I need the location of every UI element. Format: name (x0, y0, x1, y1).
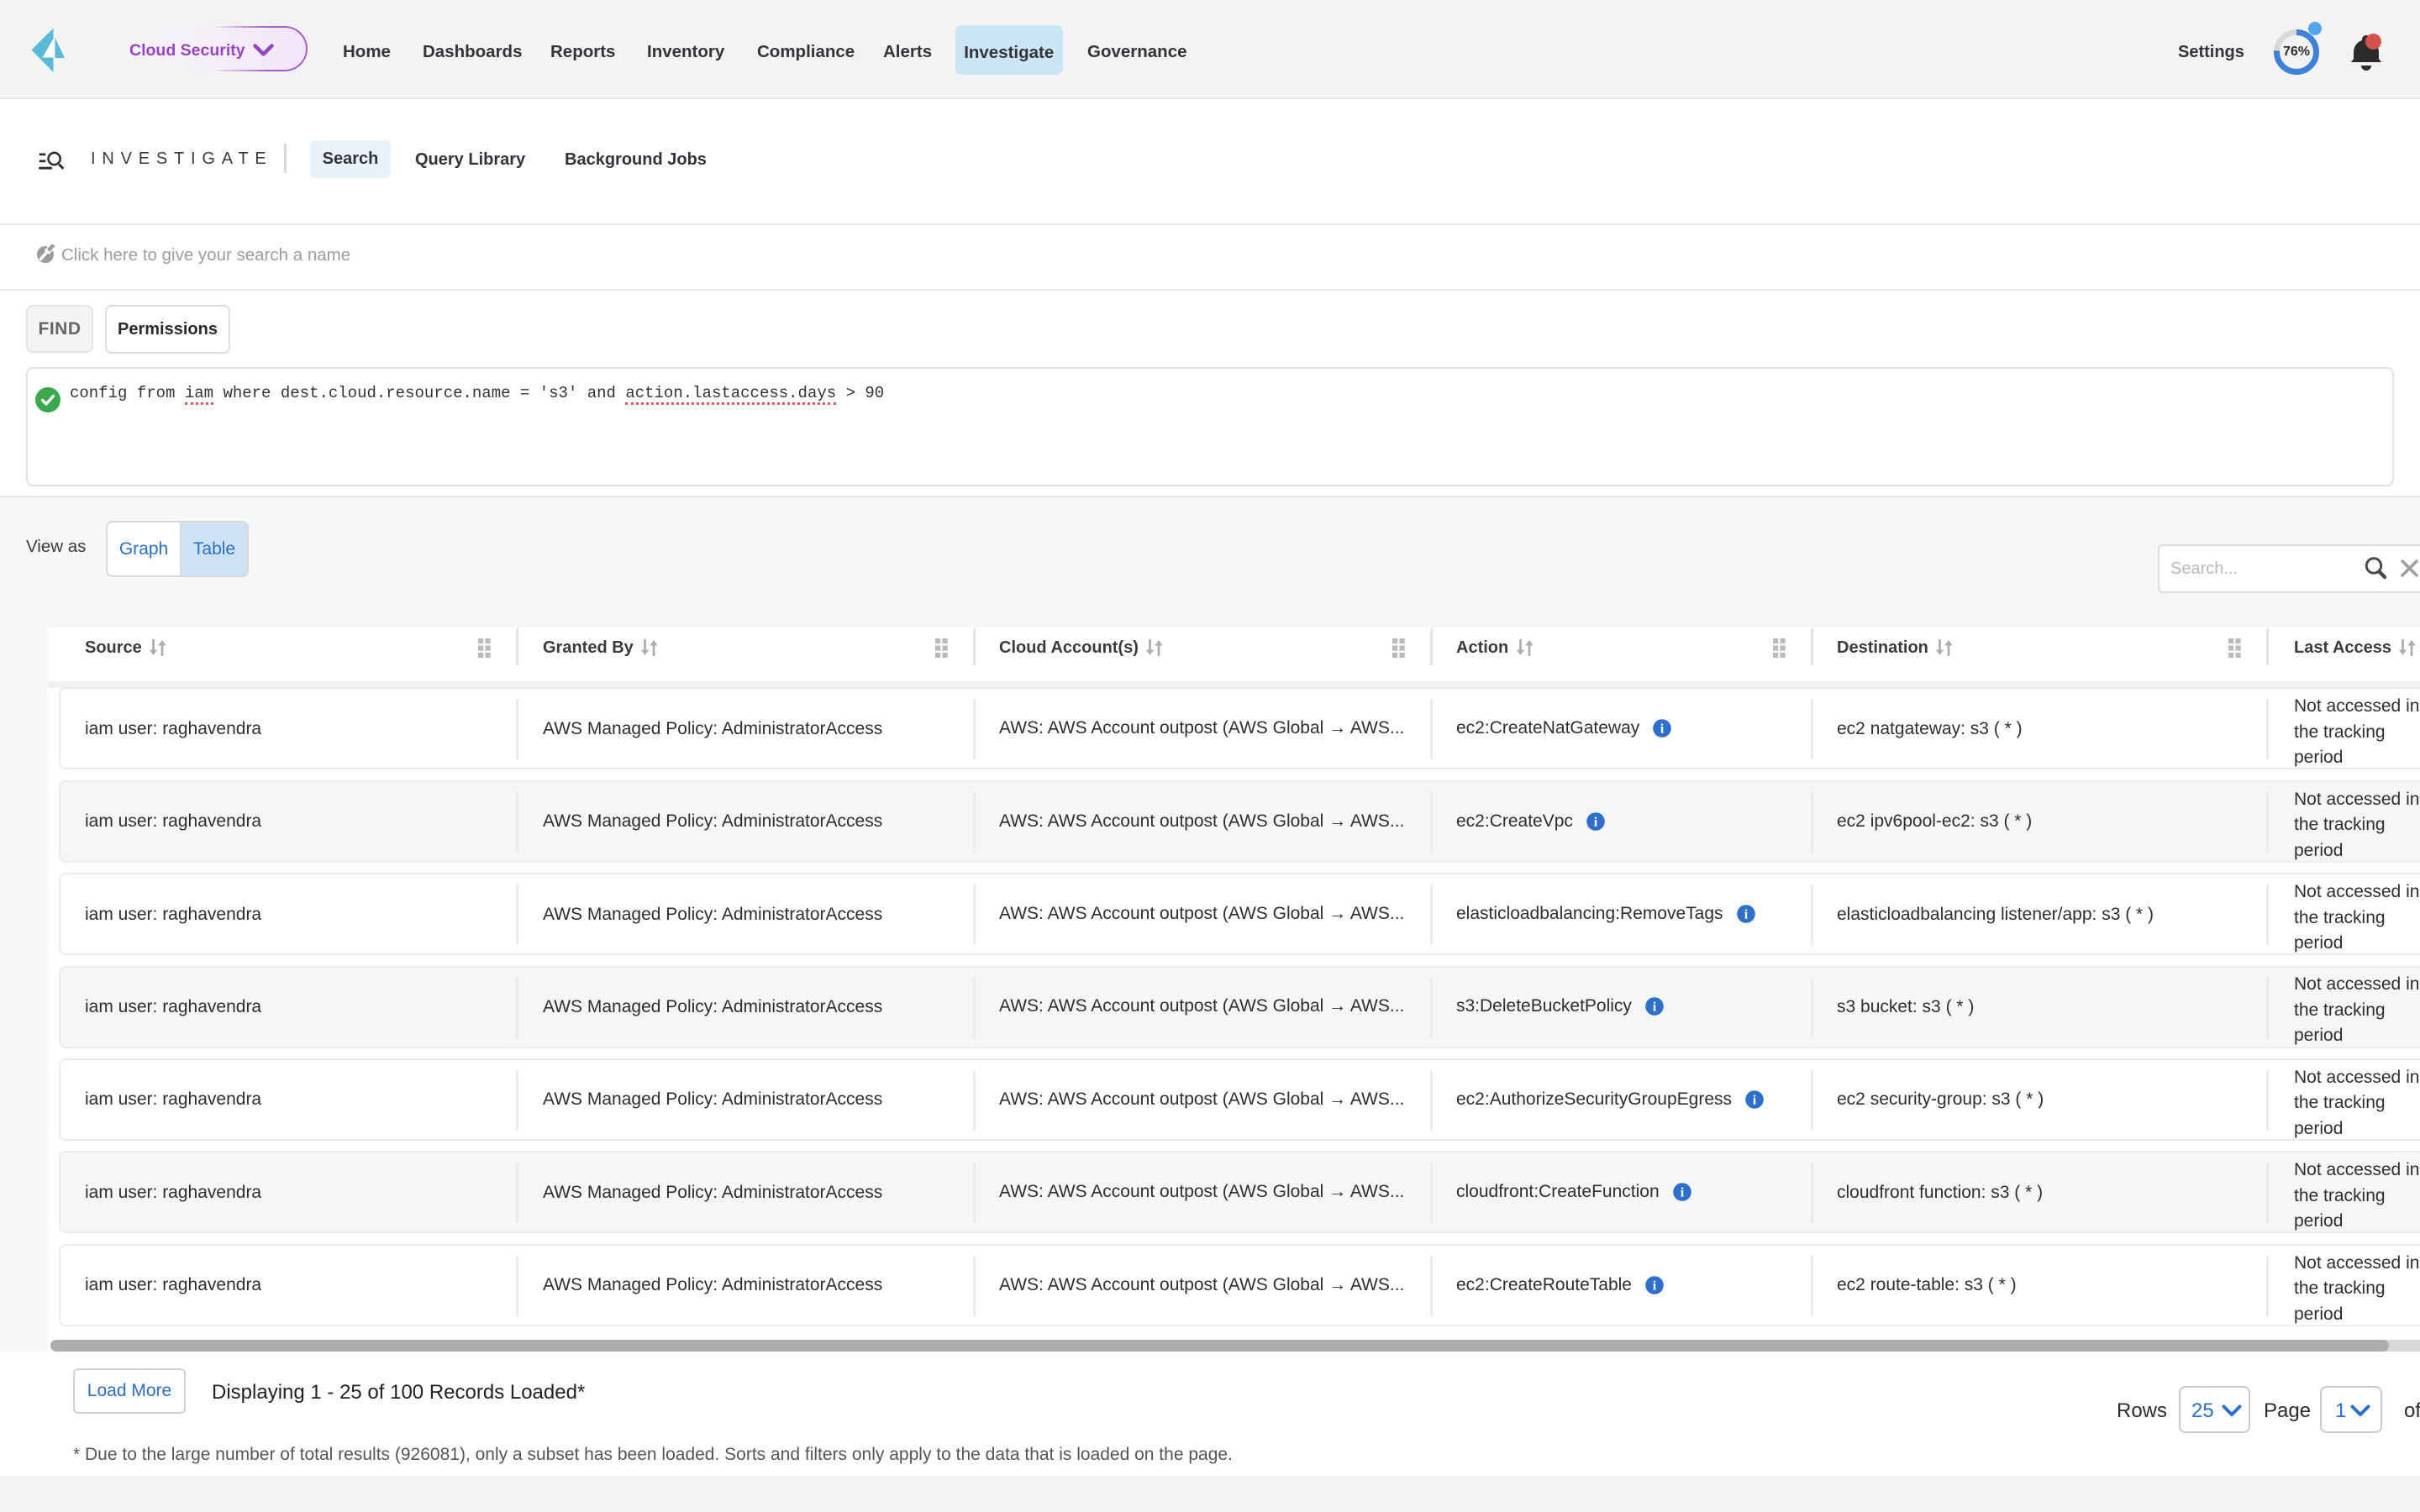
svg-text:i: i (1653, 1000, 1657, 1015)
svg-text:i: i (1594, 815, 1598, 829)
svg-text:i: i (1680, 1186, 1684, 1200)
svg-text:i: i (1653, 1278, 1657, 1293)
svg-text:i: i (1660, 722, 1665, 737)
svg-text:i: i (1744, 907, 1748, 921)
svg-text:i: i (1753, 1093, 1757, 1107)
